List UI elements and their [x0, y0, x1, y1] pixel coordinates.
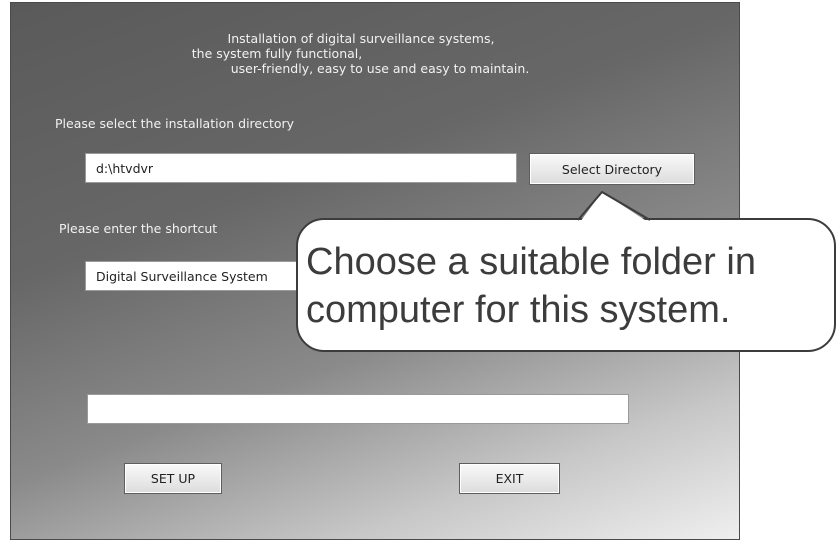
- progress-bar: [87, 394, 629, 424]
- intro-text: Installation of digital surveillance sys…: [11, 31, 739, 76]
- callout-line-1: Choose a suitable folder in: [306, 241, 756, 283]
- exit-button[interactable]: EXIT: [459, 463, 560, 494]
- callout-text: Choose a suitable folder in computer for…: [306, 238, 826, 334]
- intro-line-3: user-friendly, easy to use and easy to m…: [230, 61, 530, 76]
- install-dir-input[interactable]: [85, 153, 517, 183]
- install-dir-label: Please select the installation directory: [55, 116, 295, 131]
- callout-line-2: computer for this system.: [306, 289, 731, 331]
- shortcut-input[interactable]: [85, 261, 315, 291]
- shortcut-label: Please enter the shortcut: [59, 221, 218, 236]
- intro-line-2: the system fully functional,: [191, 46, 363, 61]
- setup-button[interactable]: SET UP: [124, 463, 222, 494]
- select-directory-button[interactable]: Select Directory: [529, 153, 695, 185]
- intro-line-1: Installation of digital surveillance sys…: [227, 31, 495, 46]
